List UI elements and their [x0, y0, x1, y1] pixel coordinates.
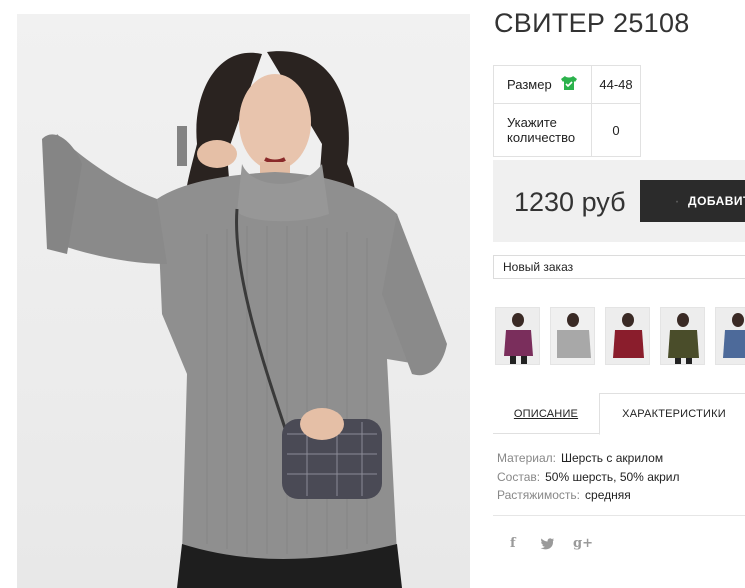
tab-description[interactable]: ОПИСАНИЕ — [493, 393, 599, 434]
spec-key: Материал: — [497, 451, 556, 465]
add-to-cart-button[interactable]: ДОБАВИТЬ — [640, 180, 745, 222]
size-value[interactable]: 44-48 — [591, 65, 641, 104]
thumbnail-blue-image — [716, 308, 745, 364]
spec-row: Растяжимость: средняя — [497, 486, 680, 505]
size-label: Размер — [507, 77, 552, 92]
thumbnail-purple[interactable] — [495, 307, 540, 365]
qty-label: Укажите количество — [507, 115, 576, 145]
characteristics-list: Материал: Шерсть с акрилом Состав: 50% шер… — [497, 449, 680, 505]
spec-key: Состав: — [497, 469, 541, 484]
product-title: СВИТЕР 25108 — [494, 8, 690, 38]
thumbnail-grey[interactable] — [550, 307, 595, 365]
spec-value: Шерсть с акрилом — [560, 451, 664, 465]
qty-value[interactable]: 0 — [591, 103, 641, 157]
options-table: Размер 44-48 Укажите количество 0 — [493, 65, 641, 157]
thumbnail-burgundy[interactable] — [605, 307, 650, 365]
google-plus-icon[interactable]: g+ — [573, 536, 593, 551]
tab-characteristics[interactable]: ХАРАКТЕРИСТИКИ — [599, 393, 745, 435]
add-to-cart-label: ДОБАВИТЬ — [688, 194, 745, 208]
spec-row: Материал: Шерсть с акрилом — [497, 449, 680, 468]
product-tabs: ОПИСАНИЕ ХАРАКТЕРИСТИКИ — [493, 393, 745, 435]
thumbnail-blue[interactable] — [715, 307, 745, 365]
thumbnail-olive[interactable] — [660, 307, 705, 365]
order-select[interactable]: Новый заказ — [493, 255, 745, 279]
spec-row: Состав: 50% шерсть, 50% акрил — [497, 468, 680, 487]
price-amount: 1230 руб — [514, 187, 626, 217]
thumbnail-purple-image — [496, 308, 539, 364]
product-photo-illustration — [42, 51, 447, 588]
spec-value: средняя — [585, 488, 631, 502]
qty-label-cell: Укажите количество — [493, 103, 592, 157]
price-box: 1230 руб ДОБАВИТЬ — [493, 160, 745, 242]
product-photo[interactable] — [17, 14, 470, 588]
facebook-icon[interactable]: f — [510, 536, 516, 551]
divider — [493, 515, 745, 516]
thumbnail-grey-image — [551, 308, 594, 364]
spec-key: Растяжимость: — [497, 488, 581, 502]
thumbnail-olive-image — [661, 308, 704, 364]
size-label-cell: Размер — [493, 65, 592, 104]
twitter-icon[interactable] — [540, 538, 554, 554]
shopping-bag-icon — [676, 200, 678, 202]
spec-value: 50% шерсть, 50% акрил — [545, 469, 680, 484]
thumbnail-burgundy-image — [606, 308, 649, 364]
size-chart-icon[interactable] — [560, 75, 578, 94]
